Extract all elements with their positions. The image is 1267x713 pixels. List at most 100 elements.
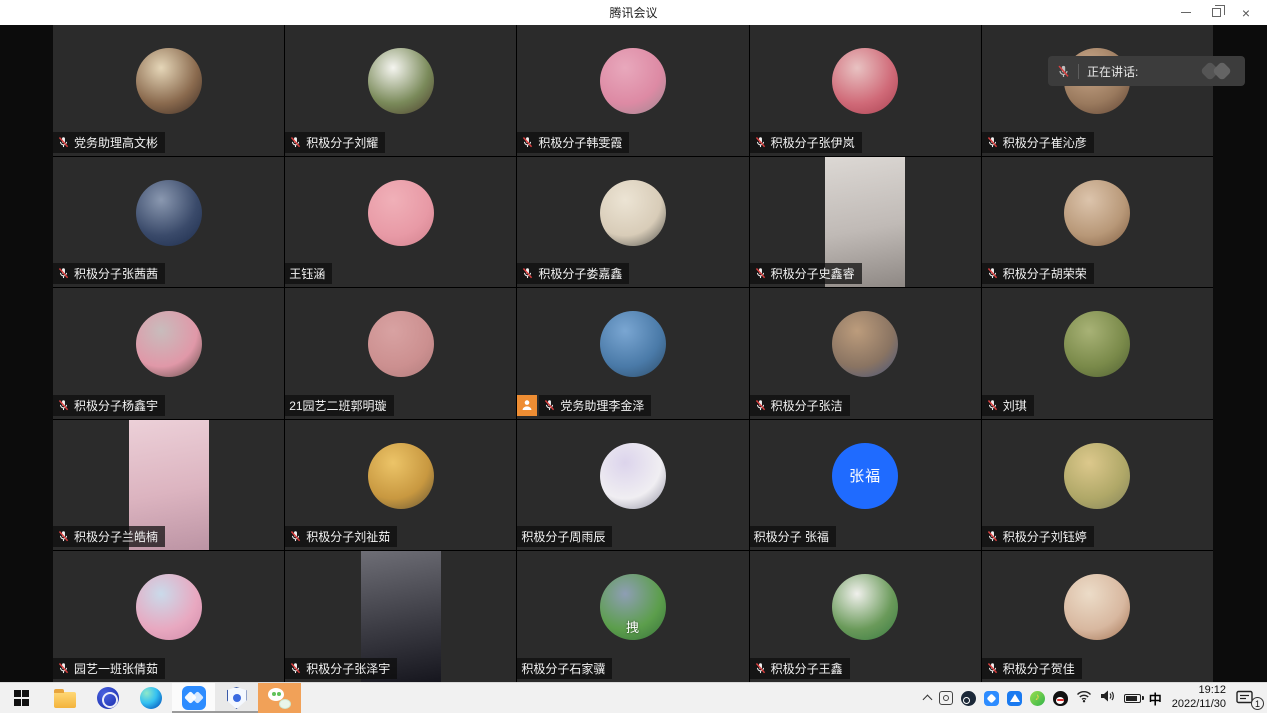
participant-avatar <box>368 180 434 246</box>
participant-name-tag: 积极分子崔沁彦 <box>982 132 1094 153</box>
participant-name-tag: 积极分子韩雯霞 <box>517 132 629 153</box>
shield-icon <box>227 687 247 709</box>
participant-tile[interactable]: 积极分子胡荣荣 <box>982 157 1213 288</box>
participant-tile[interactable]: 拽 积极分子石家骥 <box>517 551 748 682</box>
security-app-button[interactable] <box>215 683 258 713</box>
participant-avatar <box>1064 311 1130 377</box>
participant-name-tag: 积极分子石家骥 <box>517 658 612 679</box>
participant-name-tag: 积极分子刘钰婷 <box>982 526 1094 547</box>
minimize-button[interactable] <box>1171 0 1201 25</box>
participant-tile[interactable]: 积极分子崔沁彦 <box>982 25 1213 156</box>
participant-tile[interactable]: 积极分子韩雯霞 <box>517 25 748 156</box>
participant-name-tag: 积极分子史鑫睿 <box>750 263 862 284</box>
participant-tile[interactable]: 积极分子史鑫睿 <box>750 157 981 288</box>
wifi-icon[interactable] <box>1076 689 1092 708</box>
participant-tile[interactable]: 园艺一班张倩茹 <box>53 551 284 682</box>
participant-tile[interactable]: 党务助理高文彬 <box>53 25 284 156</box>
mic-muted-icon <box>521 136 534 149</box>
participant-avatar <box>368 311 434 377</box>
mic-muted-icon <box>754 267 767 280</box>
participant-avatar <box>368 443 434 509</box>
participant-name-tag: 积极分子胡荣荣 <box>982 263 1094 284</box>
window-controls: × <box>1171 0 1261 25</box>
mic-muted-icon <box>57 267 70 280</box>
participant-name-row: 积极分子 张福 <box>750 526 836 547</box>
participant-name-row: 园艺一班张倩茹 <box>53 658 165 679</box>
taskbar: ♪ 中 19:12 2022/1 <box>0 682 1267 713</box>
blue-circle-app-button[interactable] <box>86 683 129 713</box>
participant-avatar <box>136 180 202 246</box>
steam-icon[interactable] <box>961 691 976 706</box>
participant-tile[interactable]: 党务助理李金泽 <box>517 288 748 419</box>
start-button[interactable] <box>0 683 43 713</box>
mic-muted-icon <box>521 267 534 280</box>
participant-name-row: 积极分子娄嘉鑫 <box>517 263 629 284</box>
mic-muted-icon <box>986 267 999 280</box>
participant-name-tag: 积极分子杨鑫宇 <box>53 395 165 416</box>
netdisk-icon[interactable] <box>1007 691 1022 706</box>
participant-name-row: 积极分子刘耀 <box>285 132 385 153</box>
windows-start-icon <box>14 690 30 706</box>
restore-icon <box>1212 8 1221 17</box>
participant-avatar <box>1064 443 1130 509</box>
speaking-indicator[interactable]: 正在讲话: <box>1048 56 1245 86</box>
hidden-icons-chevron-icon[interactable] <box>922 695 932 705</box>
participant-tile[interactable]: 21园艺二班郭明璇 <box>285 288 516 419</box>
tencent-meeting-tray-icon[interactable] <box>984 691 999 706</box>
clock[interactable]: 19:12 2022/11/30 <box>1170 684 1228 712</box>
battery-icon[interactable] <box>1124 694 1141 703</box>
participant-name: 积极分子 张福 <box>754 528 829 545</box>
participant-tile[interactable]: 王钰涵 <box>285 157 516 288</box>
participant-name-tag: 积极分子娄嘉鑫 <box>517 263 629 284</box>
participant-tile[interactable]: 积极分子张泽宇 <box>285 551 516 682</box>
mic-muted-icon <box>57 662 70 675</box>
participant-tile[interactable]: 刘琪 <box>982 288 1213 419</box>
qq-icon[interactable] <box>1053 691 1068 706</box>
speaking-label: 正在讲话: <box>1087 63 1138 80</box>
mic-muted-icon <box>1056 64 1071 79</box>
participant-name-row: 党务助理高文彬 <box>53 132 165 153</box>
participant-tile[interactable]: 积极分子王鑫 <box>750 551 981 682</box>
participant-name-row: 积极分子韩雯霞 <box>517 132 629 153</box>
tencent-meeting-taskbar-button[interactable] <box>172 683 215 713</box>
restore-button[interactable] <box>1201 0 1231 25</box>
blue-circle-app-icon <box>97 687 119 709</box>
volume-icon[interactable] <box>1100 689 1116 708</box>
participant-tile[interactable]: 积极分子贺佳 <box>982 551 1213 682</box>
participant-name: 积极分子崔沁彦 <box>1003 134 1087 151</box>
participant-tile[interactable]: 积极分子兰皓楠 <box>53 420 284 551</box>
participant-name-row: 刘琪 <box>982 395 1034 416</box>
mic-muted-icon <box>543 399 556 412</box>
participant-tile[interactable]: 积极分子张洁 <box>750 288 981 419</box>
participant-tile[interactable]: 积极分子娄嘉鑫 <box>517 157 748 288</box>
qq-music-icon[interactable]: ♪ <box>1030 691 1045 706</box>
tencent-meeting-logo <box>1199 61 1237 81</box>
participant-tile[interactable]: 积极分子刘钰婷 <box>982 420 1213 551</box>
participant-avatar <box>832 574 898 640</box>
participant-name: 积极分子张茜茜 <box>74 265 158 282</box>
participant-name: 21园艺二班郭明璇 <box>289 397 386 414</box>
participant-tile[interactable]: 积极分子周雨辰 <box>517 420 748 551</box>
participant-tile[interactable]: 积极分子张伊岚 <box>750 25 981 156</box>
participant-tile[interactable]: 张福 积极分子 张福 <box>750 420 981 551</box>
avatar-text: 拽 <box>626 617 640 636</box>
wechat-button[interactable] <box>258 683 301 713</box>
file-explorer-button[interactable] <box>43 683 86 713</box>
participant-name-row: 积极分子张洁 <box>750 395 850 416</box>
participant-name-tag: 积极分子刘祉茹 <box>285 526 397 547</box>
participant-tile[interactable]: 积极分子刘耀 <box>285 25 516 156</box>
action-center-button[interactable]: 1 <box>1236 687 1262 709</box>
close-button[interactable]: × <box>1231 0 1261 25</box>
participant-name: 王钰涵 <box>289 265 325 282</box>
input-method-indicator[interactable]: 中 <box>1149 689 1162 708</box>
participant-name-tag: 积极分子张伊岚 <box>750 132 862 153</box>
participant-tile[interactable]: 积极分子张茜茜 <box>53 157 284 288</box>
desktop-app-icon[interactable] <box>939 691 953 705</box>
participant-name-tag: 积极分子刘耀 <box>285 132 385 153</box>
participant-name-row: 积极分子张伊岚 <box>750 132 862 153</box>
participant-tile[interactable]: 积极分子刘祉茹 <box>285 420 516 551</box>
participant-tile[interactable]: 积极分子杨鑫宇 <box>53 288 284 419</box>
participant-avatar <box>832 48 898 114</box>
edge-button[interactable] <box>129 683 172 713</box>
file-explorer-icon <box>54 692 76 708</box>
